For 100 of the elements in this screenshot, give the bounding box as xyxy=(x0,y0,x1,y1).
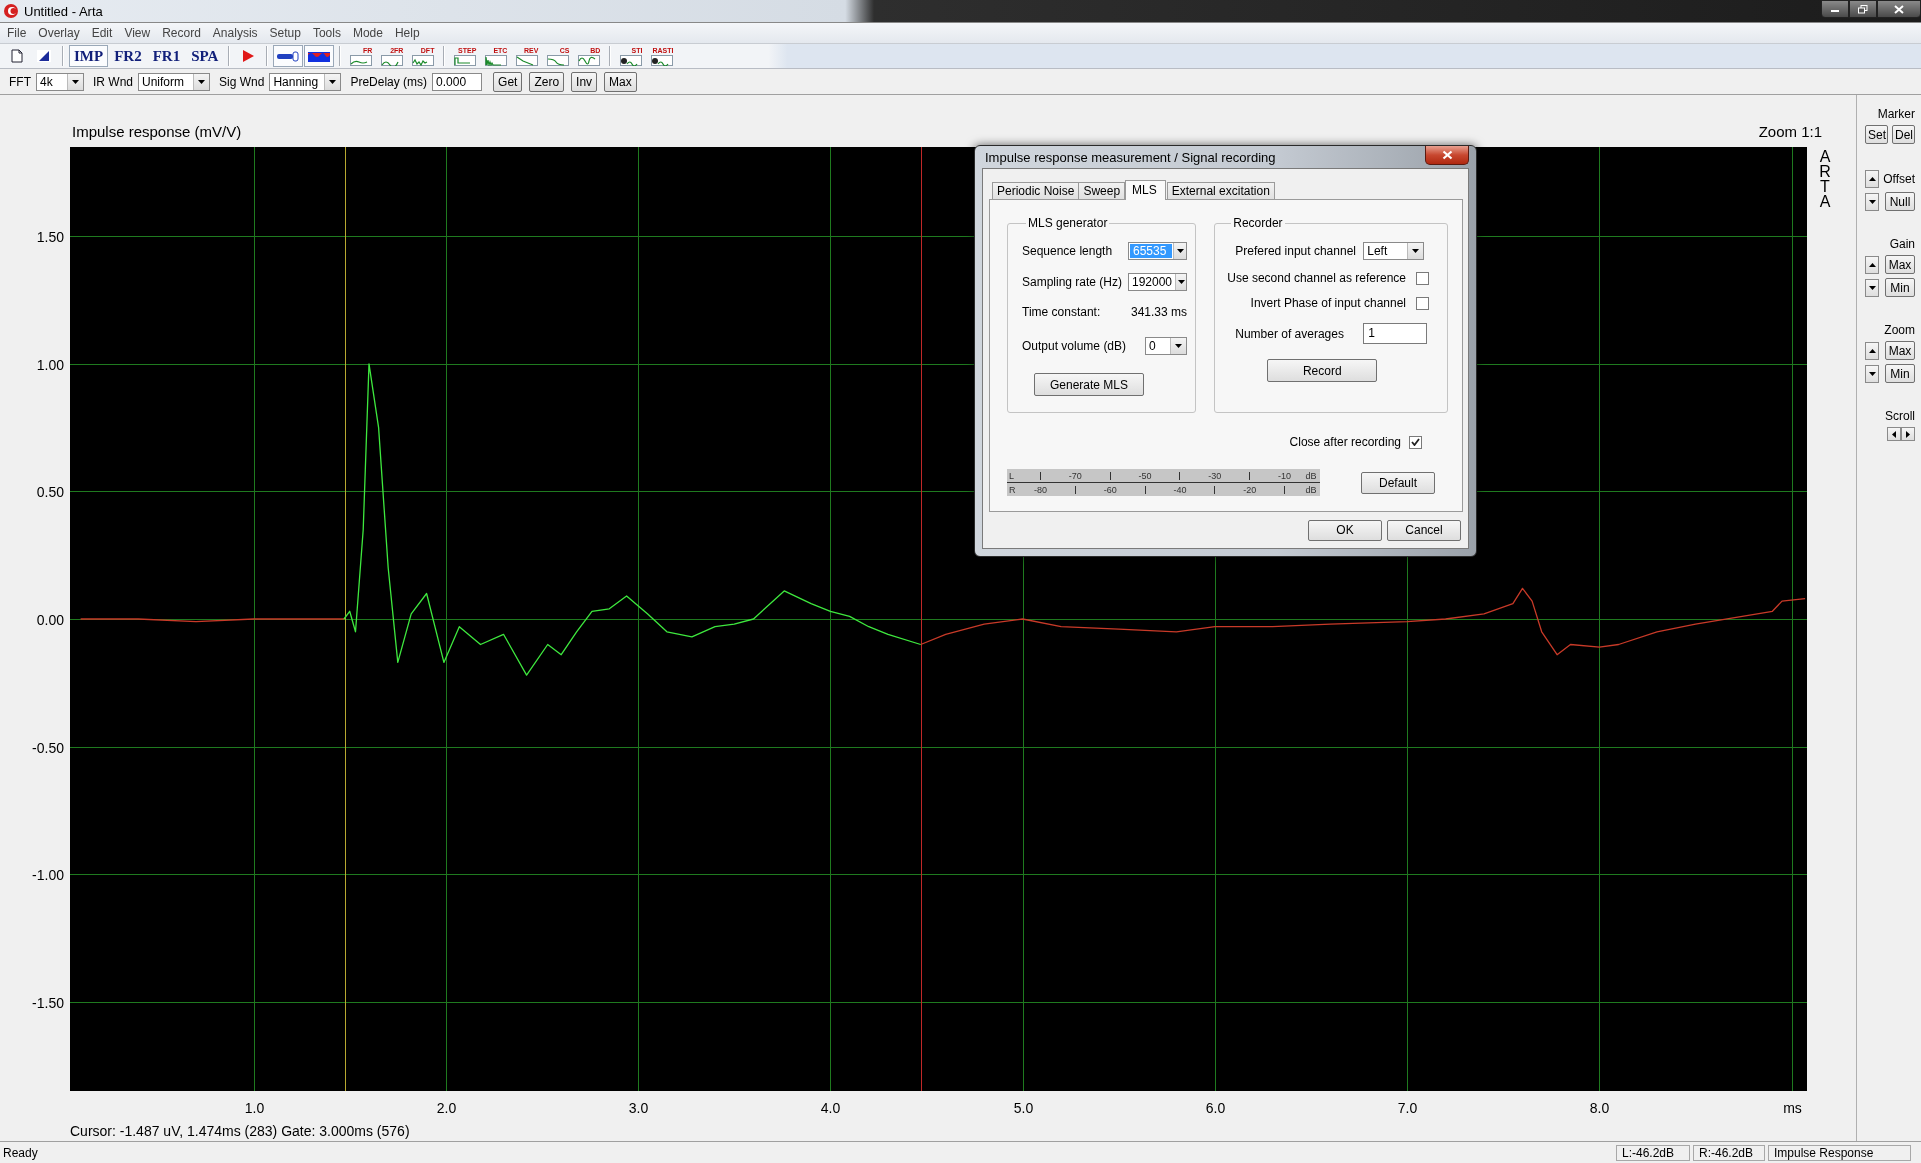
panel-button[interactable]: Min xyxy=(1885,364,1915,383)
tab[interactable]: External excitation xyxy=(1166,182,1275,199)
axis-tick-label: -1.50 xyxy=(32,994,64,1011)
graph-icon xyxy=(578,54,601,66)
field-label: IR Wnd xyxy=(93,74,133,89)
close-button[interactable] xyxy=(1425,146,1469,165)
ok-button[interactable]: OK xyxy=(1308,519,1382,541)
checkbox[interactable] xyxy=(1409,435,1422,449)
panel-label: Gain xyxy=(1888,237,1915,251)
restore-icon xyxy=(1858,4,1868,14)
dropdown[interactable]: 192000 xyxy=(1128,273,1187,291)
left-arrow-icon xyxy=(1892,430,1896,438)
up-arrow-button[interactable] xyxy=(1865,341,1879,360)
default-button[interactable]: Default xyxy=(1361,471,1435,494)
menu-item[interactable]: Setup xyxy=(263,26,307,40)
unit-label: dB xyxy=(1304,484,1318,495)
up-arrow-button[interactable] xyxy=(1865,255,1879,274)
minimize-button[interactable] xyxy=(1821,0,1849,18)
scroll-right-button[interactable] xyxy=(1901,427,1915,441)
dropdown-arrow-icon xyxy=(1174,343,1183,349)
cancel-button[interactable]: Cancel xyxy=(1387,519,1461,541)
axis-tick-label: 2.0 xyxy=(436,1100,457,1116)
scale-label: -20 xyxy=(1242,484,1258,495)
panel-label: Offset xyxy=(1883,172,1915,186)
dropdown[interactable]: 4k xyxy=(36,72,84,91)
axis-tick-label: 4.0 xyxy=(820,1100,841,1116)
marker-button[interactable]: Del xyxy=(1892,125,1915,144)
menu-item[interactable]: Tools xyxy=(306,26,347,40)
panel-label: Marker xyxy=(1876,107,1915,121)
menu-item[interactable]: Analysis xyxy=(206,26,264,40)
graph-icon xyxy=(454,54,477,66)
axis-tick-label: 1.00 xyxy=(36,356,64,373)
down-arrow-button[interactable] xyxy=(1865,192,1879,211)
toolbar-button[interactable]: Inv xyxy=(571,71,598,92)
option-label: Invert Phase of input channel xyxy=(1250,296,1406,310)
record-button[interactable]: Record xyxy=(1267,359,1378,382)
up-arrow-button[interactable] xyxy=(1865,170,1879,188)
status-pane: Impulse Response xyxy=(1768,1144,1911,1161)
axis-tick-label: 8.0 xyxy=(1589,1100,1610,1116)
tab[interactable]: Periodic Noise xyxy=(992,182,1080,199)
plug-icon xyxy=(276,49,301,63)
down-arrow-button[interactable] xyxy=(1865,364,1879,383)
dropdown-arrow-icon xyxy=(1411,248,1421,254)
restore-button[interactable] xyxy=(1849,0,1877,18)
checkbox[interactable] xyxy=(1416,296,1429,310)
checkbox[interactable] xyxy=(1416,271,1429,285)
panel-label: Scroll xyxy=(1884,409,1915,423)
marker-button[interactable]: Set xyxy=(1865,125,1888,144)
graph-icon xyxy=(350,54,373,66)
menu-item[interactable]: Overlay xyxy=(32,26,86,40)
axis-tick-label: 3.0 xyxy=(628,1100,649,1116)
menu-item[interactable]: View xyxy=(118,26,157,40)
scroll-left-button[interactable] xyxy=(1887,427,1901,441)
app-icon xyxy=(3,3,19,19)
tab[interactable]: Sweep xyxy=(1078,182,1126,199)
menu-item[interactable]: Mode xyxy=(346,26,389,40)
status-pane: R:-46.2dB xyxy=(1693,1144,1765,1161)
dropdown[interactable]: 0 xyxy=(1145,337,1187,355)
field-label: Prefered input channel xyxy=(1234,244,1357,258)
generate-button[interactable]: Generate MLS xyxy=(1034,373,1144,396)
panel-button[interactable]: Null xyxy=(1885,192,1915,211)
zoom-label: Zoom 1:1 xyxy=(1758,123,1822,140)
dropdown-arrow-icon xyxy=(71,78,80,85)
dropdown[interactable]: Left xyxy=(1363,242,1425,260)
menu-item[interactable]: Record xyxy=(156,26,207,40)
mode-button[interactable]: FR2 xyxy=(109,45,147,67)
menu-item[interactable]: File xyxy=(1,26,33,40)
panel-button[interactable]: Max xyxy=(1885,255,1915,274)
toggle-button[interactable] xyxy=(273,45,304,67)
close-button[interactable] xyxy=(1877,0,1921,18)
close-icon xyxy=(1894,4,1904,14)
option-label: Use second channel as reference xyxy=(1227,271,1406,285)
menu-item[interactable]: Edit xyxy=(85,26,119,40)
field-label: Number of averages xyxy=(1234,326,1345,341)
dropdown[interactable]: Uniform xyxy=(138,72,210,91)
text-field[interactable]: 1 xyxy=(1363,323,1428,344)
panel-button[interactable]: Min xyxy=(1885,278,1915,297)
scale-label: -10 xyxy=(1277,470,1293,481)
down-arrow-button[interactable] xyxy=(1865,278,1879,297)
graph-icon xyxy=(547,54,570,66)
mode-button[interactable]: SPA xyxy=(186,45,224,67)
tab[interactable]: MLS xyxy=(1125,180,1166,200)
down-arrow-icon xyxy=(1868,371,1876,376)
mode-button[interactable]: IMP xyxy=(69,45,109,67)
axis-tick-label: -0.50 xyxy=(32,739,64,756)
toolbar-button[interactable]: Get xyxy=(493,71,523,92)
panel-button[interactable]: Max xyxy=(1885,341,1915,360)
toggle-button[interactable] xyxy=(304,45,335,67)
dropdown[interactable]: Hanning xyxy=(269,72,342,91)
menu-item[interactable]: Help xyxy=(388,26,426,40)
graph-icon xyxy=(485,54,508,66)
toolbar-button[interactable]: Zero xyxy=(529,71,565,92)
mode-button[interactable]: FR1 xyxy=(147,45,186,67)
toolbar-button[interactable]: Max xyxy=(604,71,637,92)
logo-text: ARTA xyxy=(1819,148,1831,210)
field-label: PreDelay (ms) xyxy=(350,74,428,89)
axis-tick-label: 5.0 xyxy=(1013,1100,1034,1116)
text-field[interactable]: 0.000 xyxy=(432,72,483,91)
axis-tick-label: -1.00 xyxy=(32,866,64,883)
scale-label: -70 xyxy=(1067,470,1083,481)
